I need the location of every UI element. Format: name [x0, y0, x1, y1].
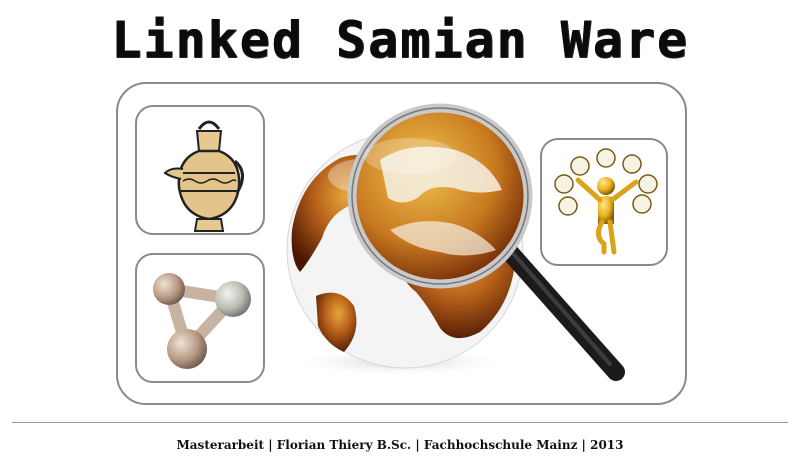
clocks-card	[540, 138, 668, 266]
clock-juggler-icon	[554, 148, 658, 255]
footer-credit: Masterarbeit | Florian Thiery B.Sc. | Fa…	[176, 438, 624, 452]
molecule-network-icon	[153, 273, 251, 369]
network-card	[135, 253, 265, 383]
page-title: Linked Samian Ware	[111, 11, 689, 69]
vessel-card	[135, 105, 265, 235]
amphora-vessel-icon	[163, 120, 244, 232]
footer-divider	[12, 422, 788, 423]
